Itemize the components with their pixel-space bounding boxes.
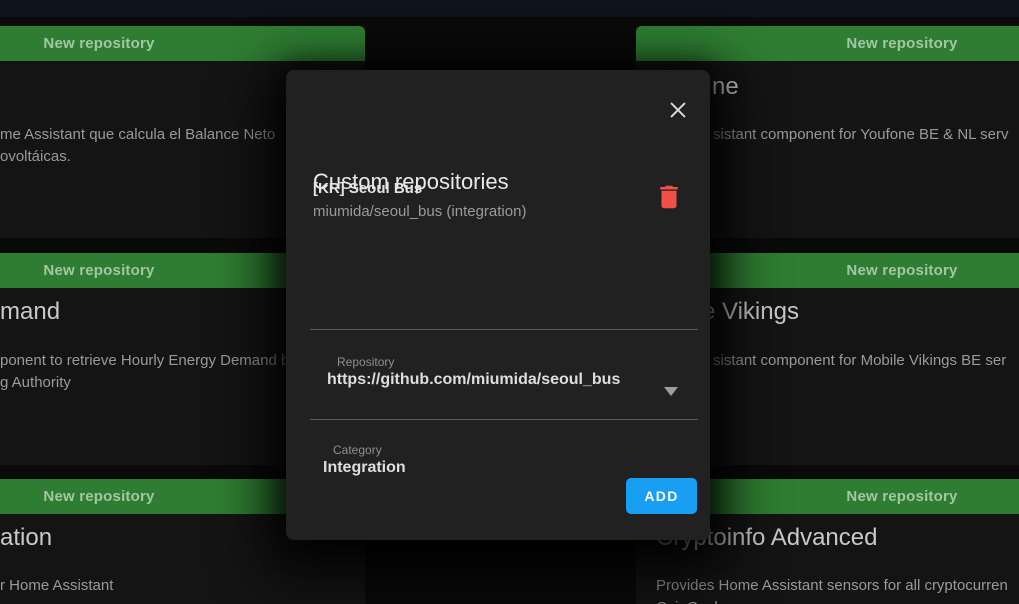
category-label: Category [333,443,382,457]
badge-label: New repository [43,488,154,505]
card-description: Provides Home Assistant sensors for all … [656,575,1008,604]
badge-label: New repository [846,35,957,52]
card-description: r Home Assistant [0,575,113,597]
card-title: e Vikings [702,298,799,326]
new-repository-badge: New repository [0,26,365,61]
card-description: ponent to retrieve Hourly Energy Demand … [0,350,289,394]
custom-repositories-dialog: Custom repositories [KR] Seoul Bus miumi… [286,70,710,540]
repository-input[interactable] [327,371,687,389]
delete-repository-button[interactable] [652,178,686,216]
app-header-bar [0,0,1019,17]
category-select[interactable]: Integration [323,459,406,477]
badge-label: New repository [43,35,154,52]
close-icon [667,99,689,121]
card-title: mand [0,298,60,326]
card-description: me Assistant que calcula el Balance Neto… [0,124,275,168]
repository-underline [310,329,698,330]
card-description: sistant component for Youfone BE & NL se… [713,124,1008,146]
chevron-down-icon[interactable] [664,387,678,396]
repo-name: [KR] Seoul Bus [313,180,422,197]
hacs-store-page: New repository me Assistant que calcula … [0,0,1019,604]
card-description: sistant component for Mobile Vikings BE … [713,350,1006,372]
category-underline [310,419,698,420]
card-title: ation [0,524,52,552]
repo-detail: miumida/seoul_bus (integration) [313,203,526,220]
badge-label: New repository [846,262,957,279]
new-repository-badge: New repository [636,26,1019,61]
badge-label: New repository [43,262,154,279]
add-button[interactable]: ADD [626,478,697,514]
close-button[interactable] [662,94,694,126]
card-title: ne [712,73,739,101]
trash-icon [654,180,684,214]
badge-label: New repository [846,488,957,505]
repository-label: Repository [337,355,394,369]
